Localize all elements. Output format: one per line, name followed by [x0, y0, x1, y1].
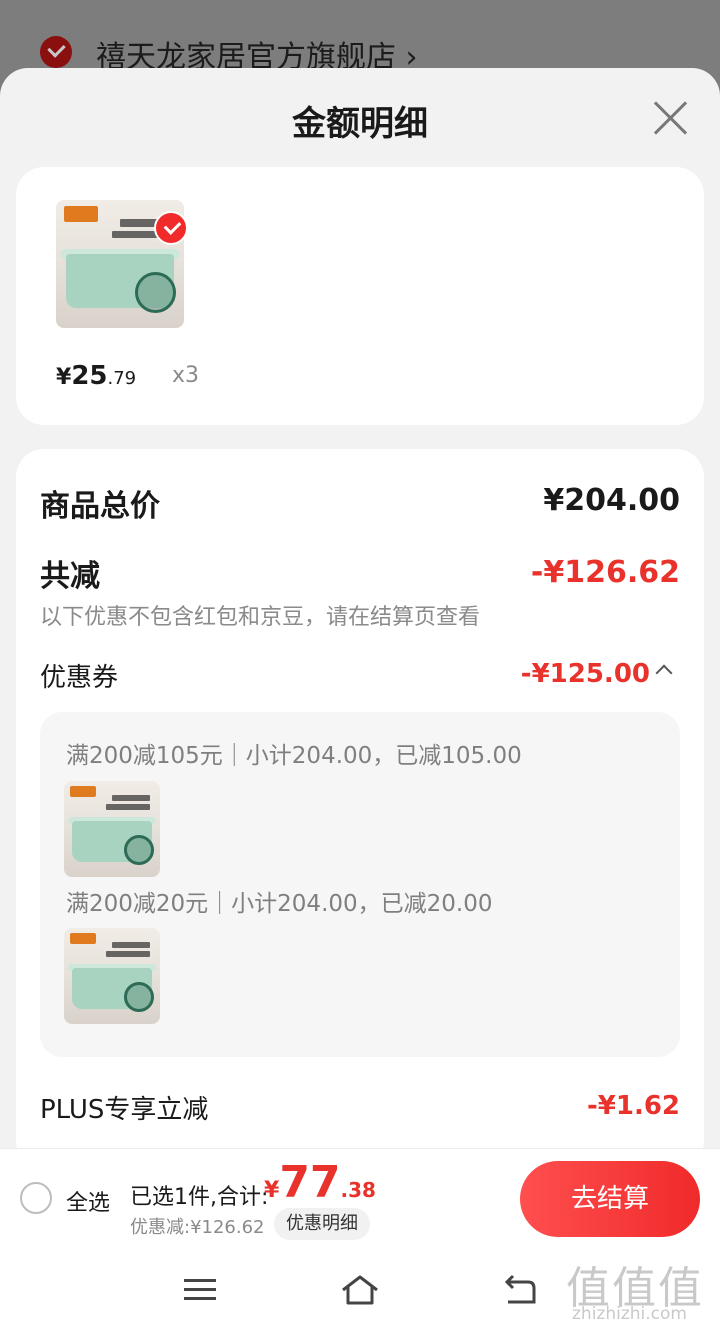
- coupon-line: 满200减20元｜小计204.00，已减20.00: [66, 891, 493, 917]
- back-icon[interactable]: [502, 1272, 538, 1308]
- discount-summary: 优惠减:¥126.62: [130, 1217, 265, 1238]
- checkout-bar: 全选 已选1件,合计: ¥77.38 优惠减:¥126.62 优惠明细 去结算: [0, 1148, 720, 1248]
- chevron-up-icon[interactable]: [655, 664, 673, 682]
- selected-summary: 已选1件,合计:: [130, 1185, 269, 1210]
- select-all-label[interactable]: 全选: [66, 1185, 110, 1217]
- product-price: ¥25.79: [56, 361, 137, 391]
- plus-discount-value: -¥1.62: [586, 1091, 680, 1121]
- menu-icon[interactable]: [184, 1279, 216, 1301]
- select-all-radio[interactable]: [20, 1182, 52, 1214]
- total-amount: ¥77.38: [264, 1157, 376, 1208]
- system-navigation: 值值值 zhizhizhi.com: [0, 1248, 720, 1330]
- reduce-note: 以下优惠不包含红包和京豆，请在结算页查看: [40, 605, 481, 630]
- watermark-subtext: zhizhizhi.com: [572, 1304, 687, 1324]
- coupon-value[interactable]: -¥125.00: [521, 659, 650, 689]
- discount-detail-chip[interactable]: 优惠明细: [274, 1208, 370, 1240]
- total-price-value: ¥204.00: [543, 483, 680, 518]
- coupon-product-thumbnail: [64, 928, 160, 1024]
- close-icon[interactable]: [652, 100, 688, 136]
- watermark-logo: 值值值 zhizhizhi.com: [566, 1252, 716, 1326]
- home-icon[interactable]: [340, 1272, 380, 1308]
- product-card: ¥25.79 x3: [16, 167, 704, 425]
- price-breakdown-card: 商品总价 ¥204.00 共减 -¥126.62 以下优惠不包含红包和京豆，请在…: [16, 449, 704, 1169]
- store-check-icon: [40, 36, 72, 68]
- coupon-product-thumbnail: [64, 781, 160, 877]
- total-reduce-value: -¥126.62: [530, 555, 680, 590]
- total-price-label: 商品总价: [40, 489, 160, 524]
- coupon-detail-box: 满200减105元｜小计204.00，已减105.00 满200减20元｜小计2…: [40, 712, 680, 1057]
- product-quantity: x3: [172, 363, 200, 388]
- coupon-label[interactable]: 优惠券: [40, 657, 118, 694]
- checkout-button[interactable]: 去结算: [520, 1161, 700, 1237]
- sheet-title: 金额明细: [292, 104, 428, 144]
- check-circle-icon[interactable]: [154, 211, 188, 245]
- total-reduce-label: 共减: [40, 559, 100, 594]
- amount-detail-sheet: 金额明细 ¥25.79 x3 商品总价 ¥204.00 共减 -¥126.62 …: [0, 68, 720, 1330]
- plus-discount-label: PLUS专享立减: [40, 1095, 209, 1125]
- coupon-line: 满200减105元｜小计204.00，已减105.00: [66, 743, 522, 769]
